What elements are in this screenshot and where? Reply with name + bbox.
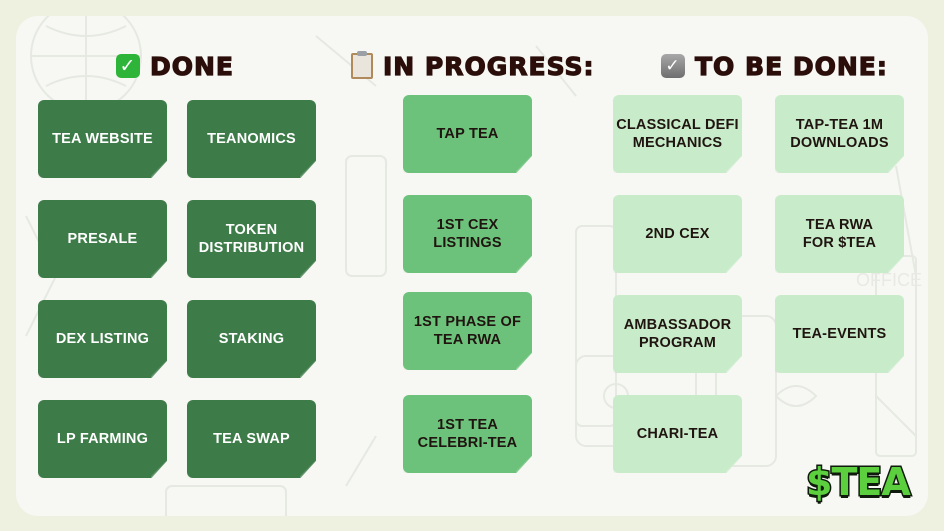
- done-note: LP FARMING: [38, 400, 167, 478]
- to-be-done-note: TAP-TEA 1M DOWNLOADS: [775, 95, 904, 173]
- done-note: TEA SWAP: [187, 400, 316, 478]
- done-note: TOKEN DISTRIBUTION: [187, 200, 316, 278]
- note-label: TEA-EVENTS: [792, 326, 887, 342]
- note-label: LP FARMING: [56, 431, 149, 447]
- note-label: CHARI-TEA: [636, 426, 719, 442]
- heading-in-progress-label: IN PROGRESS:: [382, 51, 595, 81]
- note-label: TAP-TEA 1M DOWNLOADS: [790, 117, 889, 151]
- heading-to-be-done-label: TO BE DONE:: [694, 51, 888, 81]
- note-label: CLASSICAL DEFI MECHANICS: [616, 117, 739, 151]
- to-be-done-note: CHARI-TEA: [613, 395, 742, 473]
- to-be-done-note: TEA-EVENTS: [775, 295, 904, 373]
- to-be-done-note: AMBASSADOR PROGRAM: [613, 295, 742, 373]
- svg-text:OFFICE: OFFICE: [856, 270, 922, 290]
- note-label: PRESALE: [67, 231, 138, 247]
- note-label: DEX LISTING: [55, 331, 150, 347]
- note-label: AMBASSADOR PROGRAM: [623, 317, 732, 351]
- note-label: TOKEN DISTRIBUTION: [198, 222, 305, 256]
- done-note: STAKING: [187, 300, 316, 378]
- roadmap-board: OFFICE ✓ DONE IN PROGRESS: ✓ TO BE DONE:…: [16, 16, 928, 516]
- check-box-gray-icon: ✓: [661, 54, 685, 78]
- note-label: 1ST PHASE OF TEA RWA: [413, 314, 522, 348]
- column-heading-in-progress: IN PROGRESS:: [351, 49, 595, 83]
- in-progress-note: 1ST CEX LISTINGS: [403, 195, 532, 273]
- to-be-done-note: TEA RWA FOR $TEA: [775, 195, 904, 273]
- note-label: TEA RWA FOR $TEA: [802, 217, 877, 251]
- note-label: 1ST TEA CELEBRI-TEA: [417, 417, 518, 451]
- done-note: DEX LISTING: [38, 300, 167, 378]
- done-note: PRESALE: [38, 200, 167, 278]
- column-heading-to-be-done: ✓ TO BE DONE:: [661, 49, 888, 83]
- in-progress-note: 1ST TEA CELEBRI-TEA: [403, 395, 532, 473]
- to-be-done-note: 2ND CEX: [613, 195, 742, 273]
- note-label: 1ST CEX LISTINGS: [433, 217, 502, 251]
- in-progress-note: TAP TEA: [403, 95, 532, 173]
- done-note: TEA WEBSITE: [38, 100, 167, 178]
- note-label: TEANOMICS: [207, 131, 296, 147]
- clipboard-icon: [351, 51, 373, 79]
- in-progress-note: 1ST PHASE OF TEA RWA: [403, 292, 532, 370]
- done-note: TEANOMICS: [187, 100, 316, 178]
- column-heading-done: ✓ DONE: [116, 49, 234, 83]
- note-label: STAKING: [218, 331, 285, 347]
- tea-logo: $TEA: [805, 459, 913, 506]
- note-label: TEA SWAP: [213, 431, 290, 447]
- note-label: TAP TEA: [436, 126, 499, 142]
- note-label: 2ND CEX: [645, 226, 710, 242]
- note-label: TEA WEBSITE: [52, 131, 153, 147]
- heading-done-label: DONE: [149, 51, 235, 81]
- to-be-done-note: CLASSICAL DEFI MECHANICS: [613, 95, 742, 173]
- check-box-green-icon: ✓: [116, 54, 140, 78]
